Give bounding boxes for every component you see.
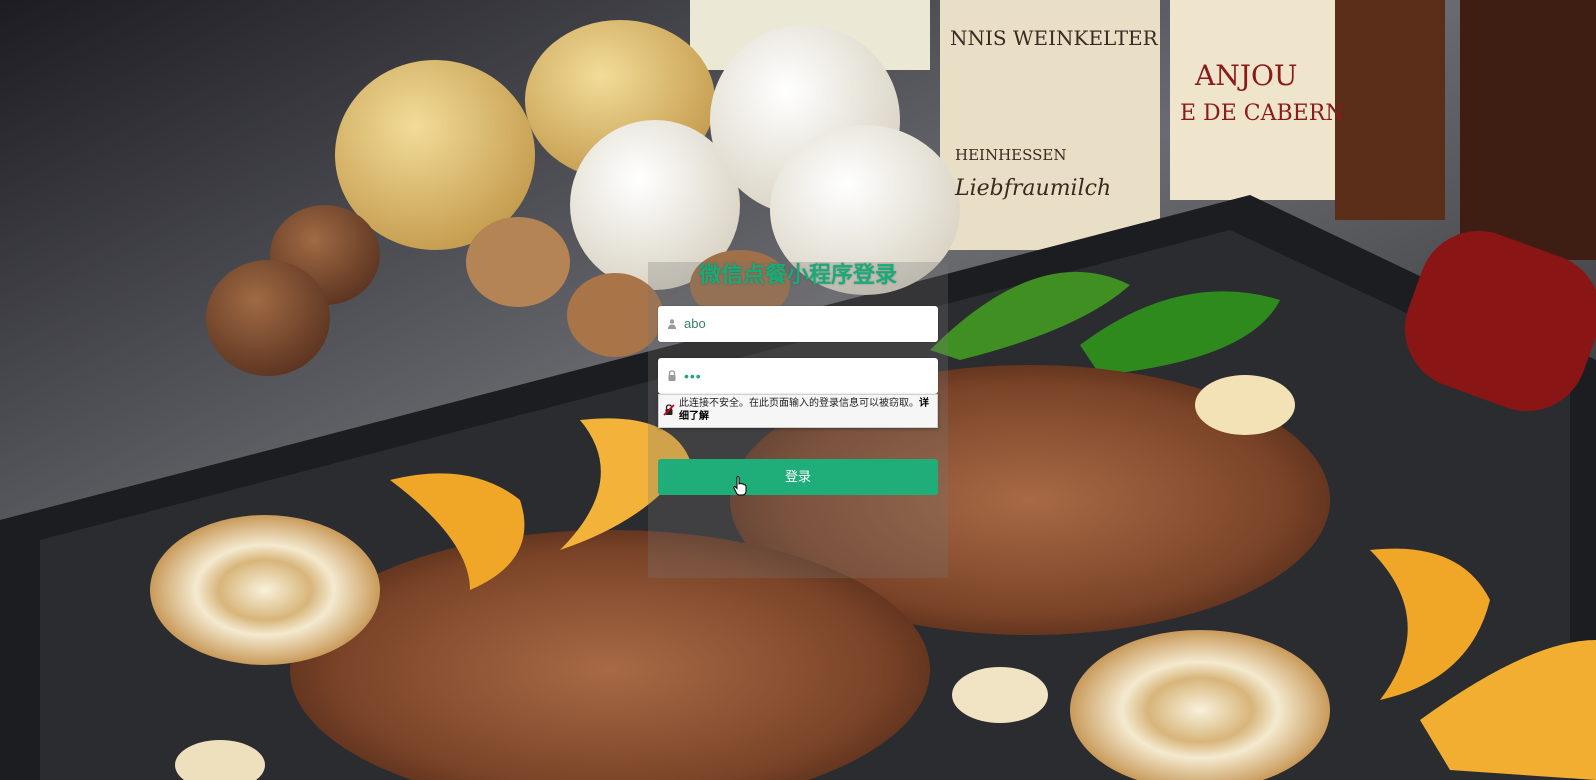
- wine-label-text-4: HEINHESSEN: [955, 146, 1066, 164]
- wine-label-text-5: Liebfraumilch: [954, 176, 1111, 201]
- password-value: •••: [684, 368, 702, 384]
- wine-label-text-2: ANJOU: [1194, 59, 1298, 92]
- warning-text: 此连接不安全。在此页面输入的登录信息可以被窃取。详细了解: [679, 397, 933, 423]
- user-icon: [668, 319, 676, 329]
- username-value: abo: [684, 316, 706, 331]
- lock-icon: [668, 370, 676, 381]
- login-button[interactable]: 登录: [658, 459, 938, 495]
- wine-label-text-1: NNIS WEINKELTER: [950, 26, 1159, 50]
- username-field[interactable]: abo: [658, 306, 938, 342]
- insecure-connection-warning: 此连接不安全。在此页面输入的登录信息可以被窃取。详细了解: [658, 394, 938, 428]
- insecure-connection-icon: [663, 404, 675, 416]
- login-form: 微信点餐小程序登录 abo ••• 此连接不安全。在此页面输入的登录信息可以被窃…: [648, 262, 948, 578]
- password-field[interactable]: •••: [658, 358, 938, 394]
- hand-cursor-icon: [733, 476, 747, 496]
- wine-label-text-3: E DE CABERN: [1180, 101, 1345, 126]
- login-page: NNIS WEINKELTER ANJOU E DE CABERN HEINHE…: [0, 0, 1596, 780]
- warning-message: 此连接不安全。在此页面输入的登录信息可以被窃取。: [679, 398, 919, 409]
- login-title: 微信点餐小程序登录: [698, 263, 897, 288]
